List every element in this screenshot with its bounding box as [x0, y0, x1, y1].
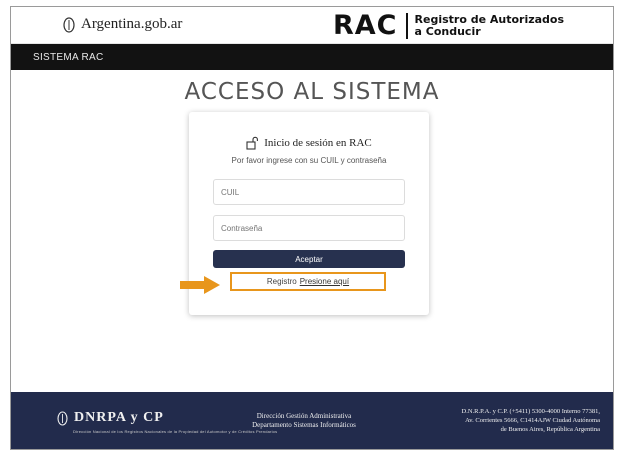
- footer-contact-line3: de Buenos Aires, República Argentina: [500, 426, 600, 433]
- footer-department: Dirección Gestión Administrativa Departa…: [229, 412, 379, 430]
- login-title: Inicio de sesión en RAC: [264, 137, 372, 149]
- footer-contact: D.N.R.P.A. y C.P. (+5411) 5300-4000 Inte…: [400, 407, 600, 434]
- footer-contact-line2: Av. Corrientes 5666, C1414AJW Ciudad Aut…: [465, 417, 600, 424]
- top-header: Argentina.gob.ar RAC Registro de Autoriz…: [11, 7, 613, 44]
- rac-subtitle: Registro de Autorizados a Conducir: [414, 12, 565, 38]
- rac-subtitle-line1: Registro de Autorizados: [414, 12, 565, 26]
- argentina-gob-logo[interactable]: Argentina.gob.ar: [63, 16, 182, 33]
- footer-dept-line1: Dirección Gestión Administrativa: [256, 412, 352, 420]
- rac-logo: RAC Registro de Autorizados a Conducir: [333, 10, 564, 41]
- register-box: Registro Presione aquí: [230, 272, 386, 291]
- system-bar: SISTEMA RAC: [11, 44, 613, 70]
- register-link[interactable]: Presione aquí: [300, 277, 349, 286]
- footer: DNRPA y CP Dirección Nacional de los Reg…: [11, 392, 613, 449]
- footer-contact-line1: D.N.R.P.A. y C.P. (+5411) 5300-4000 Inte…: [461, 408, 600, 415]
- gov-site-name: Argentina.gob.ar: [81, 16, 183, 32]
- system-name[interactable]: SISTEMA RAC: [33, 52, 104, 63]
- rac-logo-text: RAC: [333, 10, 398, 41]
- login-card: Inicio de sesión en RAC Por favor ingres…: [189, 112, 429, 315]
- password-input[interactable]: [213, 215, 405, 241]
- national-emblem-icon: [63, 16, 75, 33]
- register-prefix: Registro: [266, 277, 297, 286]
- arrow-right-icon: [180, 276, 220, 294]
- accept-button[interactable]: Aceptar: [213, 250, 405, 268]
- rac-subtitle-line2: a Conducir: [414, 24, 481, 38]
- login-heading: Inicio de sesión en RAC: [189, 136, 429, 150]
- dnrpa-emblem-icon: [57, 410, 68, 426]
- rac-logo-divider: [405, 12, 408, 39]
- footer-dept-line2: Departamento Sistemas Informáticos: [252, 421, 356, 429]
- page-title: ACCESO AL SISTEMA: [184, 79, 440, 105]
- cuil-input[interactable]: [213, 179, 405, 205]
- lock-open-icon: [246, 136, 259, 150]
- page-frame: Argentina.gob.ar RAC Registro de Autoriz…: [10, 6, 614, 450]
- dnrpa-name: DNRPA y CP: [74, 410, 164, 425]
- login-subtitle: Por favor ingrese con su CUIL y contrase…: [231, 156, 387, 165]
- dnrpa-logo: DNRPA y CP: [57, 410, 164, 426]
